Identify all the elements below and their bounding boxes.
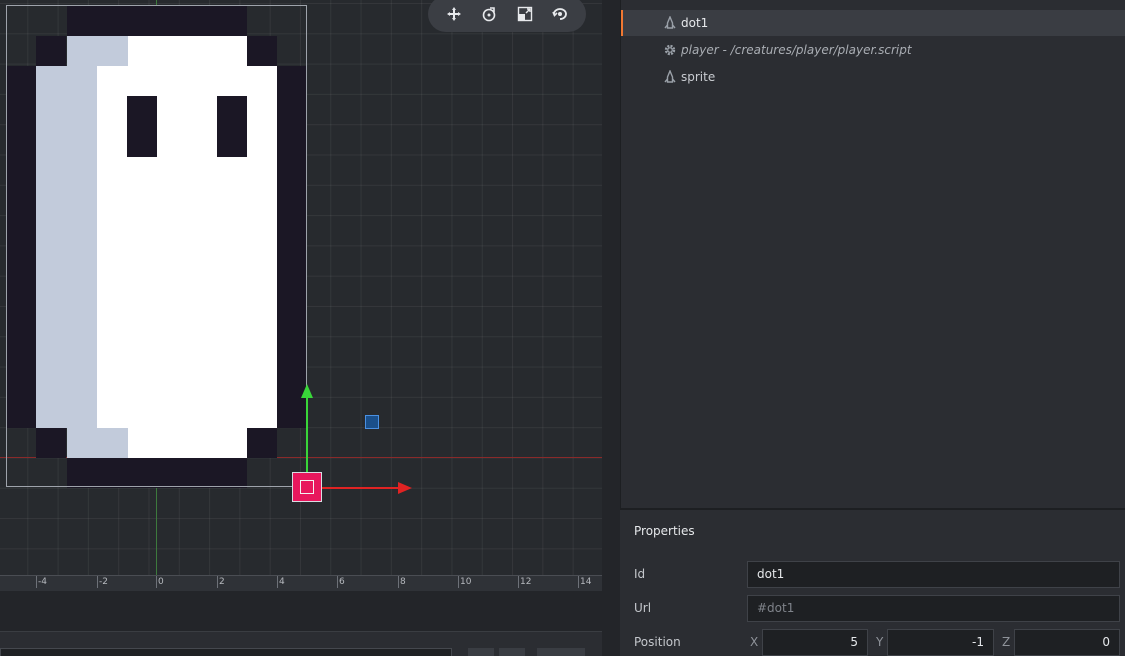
ruler-tick [337, 576, 338, 588]
sprite-icon [664, 70, 676, 83]
ruler-label: 14 [580, 577, 592, 587]
rotate-icon [482, 7, 496, 22]
ruler-tick [156, 576, 157, 588]
sprite-icon [664, 16, 676, 29]
ruler-label: 0 [158, 577, 164, 587]
properties-title: Properties [634, 524, 695, 538]
horizontal-ruler: -4 -2 0 2 4 6 8 10 12 14 [0, 575, 602, 591]
outline-item-dot1[interactable]: dot1 [621, 10, 1125, 36]
transform-toolbar [428, 0, 586, 32]
rotate-tool-button[interactable] [477, 2, 501, 26]
ruler-label: 4 [279, 577, 285, 587]
outline-item-label: dot1 [681, 16, 709, 30]
url-field[interactable]: #dot1 [747, 595, 1120, 622]
outline-item-label: player - /creatures/player/player.script [681, 43, 912, 57]
id-label: Id [634, 567, 646, 581]
outline-item-label: sprite [681, 70, 716, 84]
position-y-label: Y [876, 635, 884, 649]
console-button[interactable] [499, 648, 525, 656]
ruler-tick [398, 576, 399, 588]
gizmo-x-arrow-icon[interactable] [398, 482, 412, 494]
ruler-label: 8 [400, 577, 406, 587]
position-label: Position [634, 635, 681, 649]
ruler-tick [458, 576, 459, 588]
ruler-tick [277, 576, 278, 588]
scene-viewport[interactable] [0, 0, 602, 575]
ruler-tick [36, 576, 37, 588]
gizmo-center-inner [300, 480, 314, 494]
ruler-label: -4 [38, 577, 47, 587]
position-y-field[interactable]: -1 [887, 629, 994, 656]
outline-item-sprite[interactable]: sprite [621, 64, 1125, 90]
ruler-label: 12 [520, 577, 532, 587]
scale-icon [517, 6, 532, 22]
position-z-label: Z [1002, 635, 1011, 649]
move-icon [446, 7, 461, 21]
ruler-tick [518, 576, 519, 588]
ruler-label: 10 [460, 577, 472, 587]
ruler-tick [578, 576, 579, 588]
console-button[interactable] [468, 648, 494, 656]
outline-panel: dot1 player - /creatures/player/player.s… [620, 0, 1125, 508]
gizmo-x-axis[interactable] [322, 487, 400, 489]
ruler-label: 6 [339, 577, 345, 587]
camera-icon [552, 8, 568, 20]
ruler-label: -2 [99, 577, 108, 587]
viewport-footer [0, 591, 602, 631]
scale-tool-button[interactable] [513, 2, 537, 26]
gear-icon [664, 44, 676, 56]
console-input[interactable] [0, 648, 452, 656]
url-label: Url [634, 601, 652, 615]
console-button[interactable] [537, 648, 585, 656]
move-tool-button[interactable] [442, 2, 466, 26]
gizmo-y-axis[interactable] [306, 396, 308, 476]
panel-splitter[interactable] [602, 0, 620, 656]
position-z-field[interactable]: 0 [1014, 629, 1120, 656]
gizmo-y-arrow-icon[interactable] [301, 384, 313, 398]
ruler-label: 2 [219, 577, 225, 587]
outline-item-player-script[interactable]: player - /creatures/player/player.script [621, 37, 1125, 63]
id-field[interactable]: dot1 [747, 561, 1120, 588]
ruler-tick [97, 576, 98, 588]
position-x-label: X [750, 635, 759, 649]
perspective-tool-button[interactable] [548, 2, 572, 26]
position-x-field[interactable]: 5 [762, 629, 868, 656]
gizmo-center-handle[interactable] [292, 472, 322, 502]
properties-panel: Properties Id dot1 Url #dot1 Position X … [620, 508, 1125, 656]
gizmo-xy-plane-handle[interactable] [365, 415, 379, 429]
ruler-tick [217, 576, 218, 588]
selection-bounds [6, 5, 307, 487]
